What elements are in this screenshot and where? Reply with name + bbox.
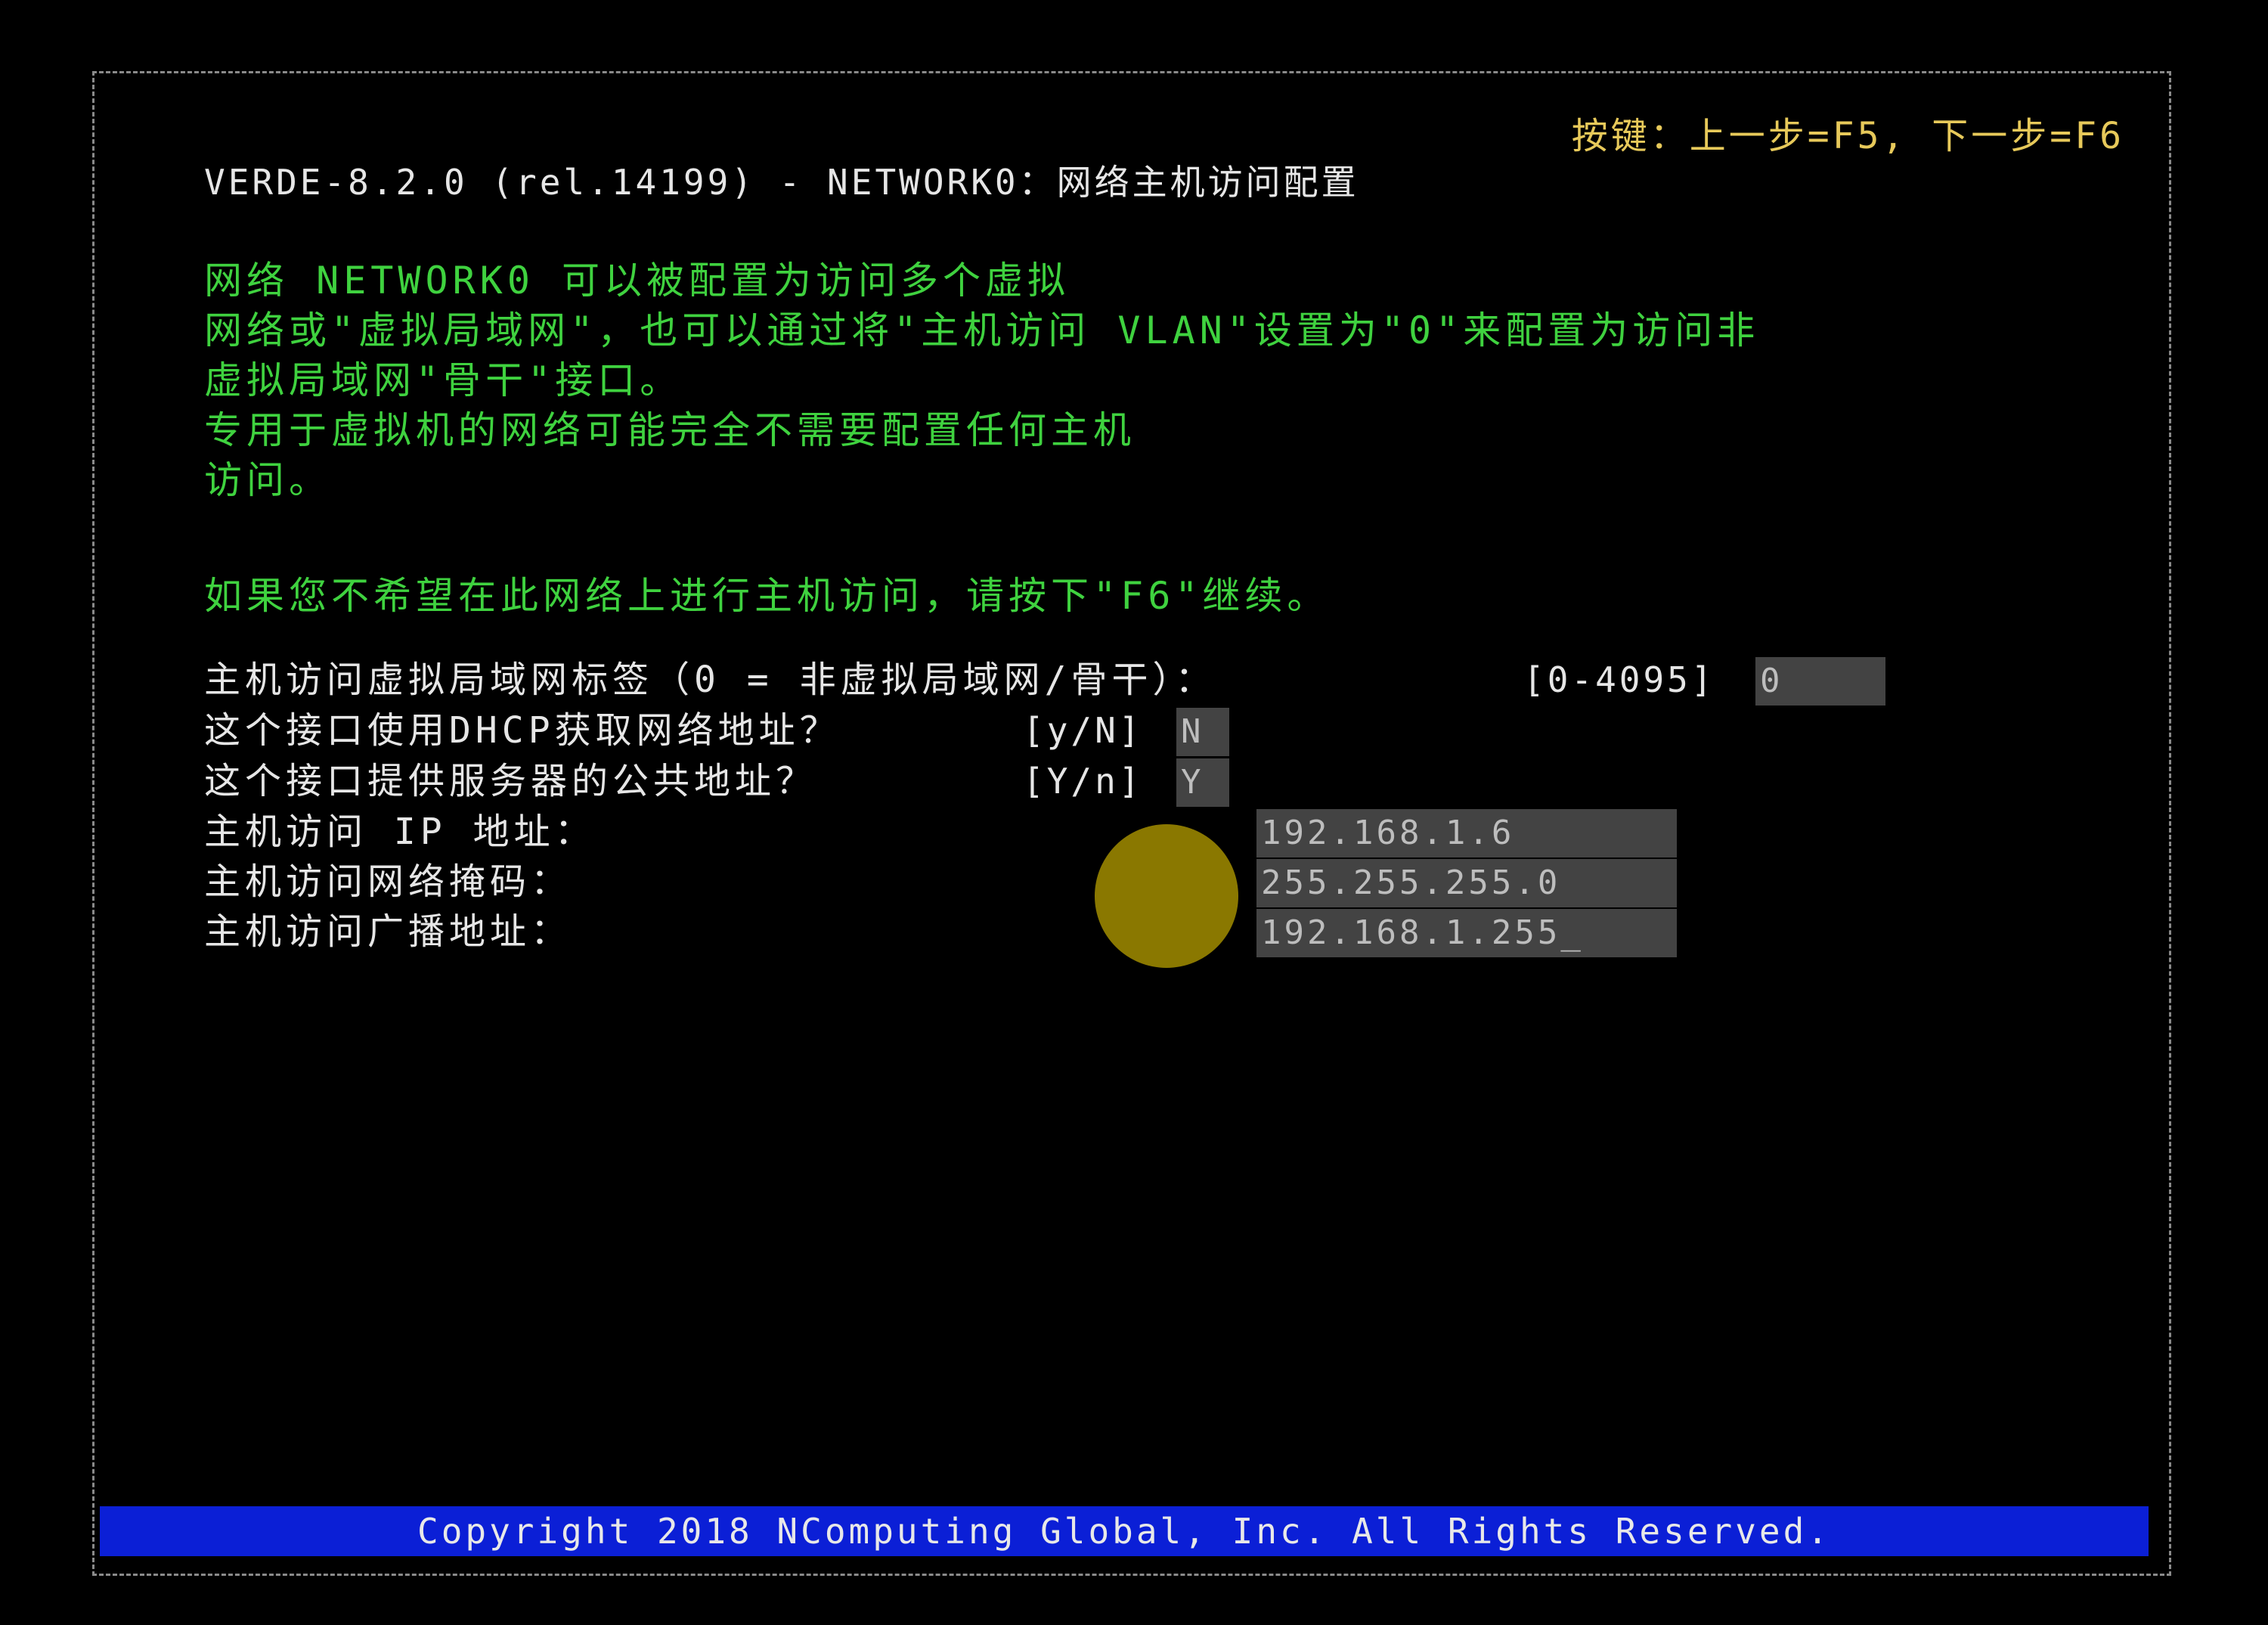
public-address-input[interactable]: Y (1176, 758, 1229, 807)
ip-address-label: 主机访问 IP 地址： (204, 811, 596, 853)
skip-note: 如果您不希望在此网络上进行主机访问，请按下"F6"继续。 (204, 574, 1330, 618)
description-line: 虚拟局域网"骨干"接口。 (204, 358, 683, 402)
description-line: 网络或"虚拟局域网"，也可以通过将"主机访问 VLAN"设置为"0"来配置为访问… (204, 309, 1760, 352)
broadcast-label: 主机访问广播地址： (204, 910, 572, 953)
key-hint: 按键：上一步=F5, 下一步=F6 (1571, 115, 2124, 157)
netmask-input[interactable]: 255.255.255.0 (1256, 859, 1677, 907)
page-title: VERDE-8.2.0 (rel.14199) - NETWORK0：网络主机访… (204, 162, 1359, 203)
dhcp-label: 这个接口使用DHCP获取网络地址？ (204, 709, 841, 752)
netmask-label: 主机访问网络掩码： (204, 861, 572, 903)
public-address-label: 这个接口提供服务器的公共地址？ (204, 760, 817, 802)
vlan-range: [0-4095] (1523, 659, 1715, 700)
ip-address-input[interactable]: 192.168.1.6 (1256, 809, 1677, 857)
cursor-indicator (1095, 824, 1238, 968)
broadcast-input[interactable]: 192.168.1.255_ (1256, 909, 1677, 957)
dhcp-range: [y/N] (1023, 710, 1143, 751)
public-address-range: [Y/n] (1023, 761, 1143, 802)
description-line: 网络 NETWORK0 可以被配置为访问多个虚拟 (204, 259, 1070, 302)
description-line: 访问。 (204, 458, 331, 502)
vlan-input[interactable]: 0 (1755, 657, 1885, 706)
description-block: 网络 NETWORK0 可以被配置为访问多个虚拟 网络或"虚拟局域网"，也可以通… (204, 256, 1759, 505)
description-line: 专用于虚拟机的网络可能完全不需要配置任何主机 (204, 408, 1136, 452)
copyright-bar: Copyright 2018 NComputing Global, Inc. A… (100, 1506, 2149, 1556)
dhcp-input[interactable]: N (1176, 708, 1229, 756)
vlan-label: 主机访问虚拟局域网标签（0 = 非虚拟局域网/骨干）： (204, 659, 1216, 701)
